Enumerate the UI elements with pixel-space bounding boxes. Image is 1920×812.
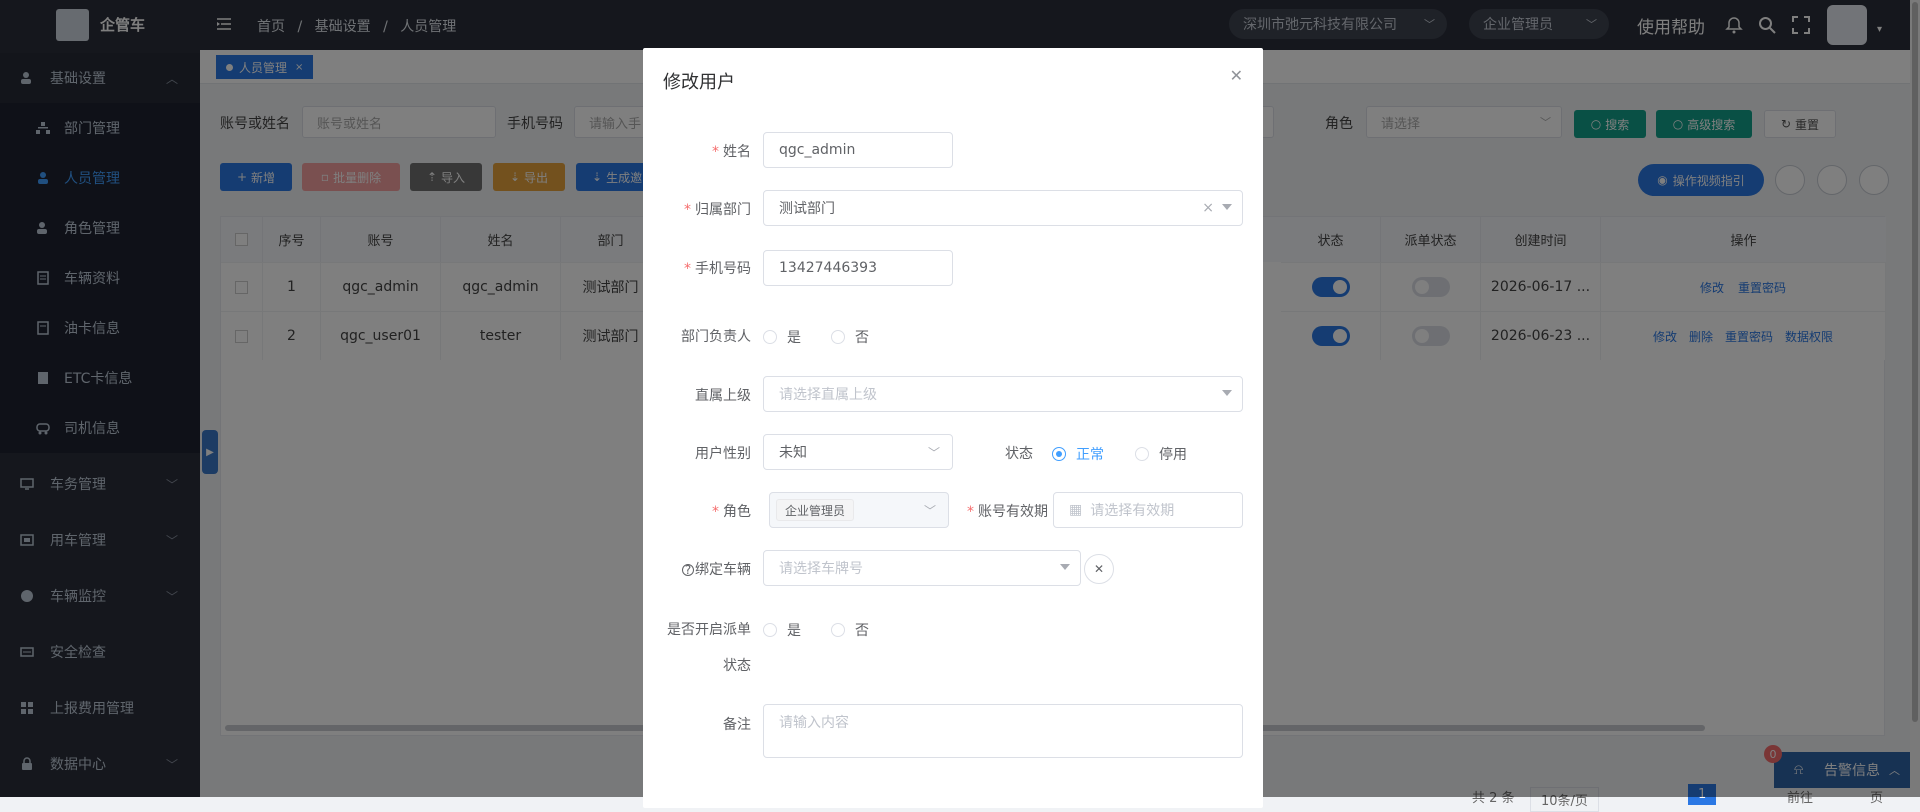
vehicle-select[interactable]: 请选择车牌号 [763,550,1081,586]
placeholder: 请输入内容 [779,715,849,731]
calendar-icon: ▦ [1069,502,1083,518]
radio-label: 正常 [1076,447,1104,463]
leader-no-radio[interactable]: 否 [831,327,869,347]
value: 13427446393 [779,260,877,276]
placeholder: 请选择车牌号 [779,561,863,577]
caret-down-icon [1060,564,1070,570]
radio-label: 是 [787,330,801,346]
leader-label: 部门负责人 [681,329,751,345]
radio-dot [763,330,777,344]
radio-label: 停用 [1159,447,1187,463]
name-label: * 姓名 [712,144,751,160]
value: 测试部门 [779,201,835,217]
chevron-down-icon: ﹀ [927,446,940,460]
expiry-date-picker[interactable]: ▦ 请选择有效期 [1053,492,1243,528]
vehicle-label: ? 绑定车辆 [663,559,751,579]
placeholder: 请选择有效期 [1090,503,1175,519]
close-icon[interactable]: ✕ [1230,66,1243,85]
value: qgc_admin [779,142,856,158]
radio-dot [763,623,777,637]
clear-vehicle-button[interactable]: ✕ [1084,554,1114,584]
dispatch-yes-radio[interactable]: 是 [763,620,801,640]
dispatch-label-2: 状态 [723,658,751,674]
gender-select[interactable]: 未知 ﹀ [763,434,953,470]
dispatch-no-radio[interactable]: 否 [831,620,869,640]
status-normal-radio[interactable]: 正常 [1052,444,1104,464]
leader-yes-radio[interactable]: 是 [763,327,801,347]
caret-down-icon [1222,390,1232,396]
role-select[interactable]: 企业管理员 ﹀ [769,492,949,528]
chevron-down-icon: ﹀ [923,504,936,518]
dept-label: * 归属部门 [684,202,751,218]
superior-select[interactable]: 请选择直属上级 [763,376,1243,412]
radio-dot-checked [1052,447,1066,461]
dispatch-label: 是否开启派单 [667,622,751,638]
gender-label: 用户性别 [695,446,751,462]
value: 未知 [779,445,807,461]
superior-label: 直属上级 [695,388,751,404]
status-label: 状态 [1005,446,1033,462]
placeholder: 请选择直属上级 [779,387,877,403]
radio-label: 是 [787,623,801,639]
name-input[interactable]: qgc_admin [763,132,953,168]
radio-label: 否 [855,623,869,639]
expiry-label: * 账号有效期 [967,504,1048,520]
remark-textarea[interactable]: 请输入内容 [763,704,1243,758]
role-tag: 企业管理员 [776,499,855,521]
role-label: * 角色 [712,504,751,520]
radio-dot [831,623,845,637]
radio-label: 否 [855,330,869,346]
dialog-title: 修改用户 [663,72,735,93]
question-icon[interactable]: ? [682,564,694,576]
status-disabled-radio[interactable]: 停用 [1135,444,1187,464]
dept-select[interactable]: 测试部门 × [763,190,1243,226]
phone-input[interactable]: 13427446393 [763,250,953,286]
caret-down-icon [1222,204,1232,210]
edit-user-dialog: 修改用户 ✕ * 姓名 qgc_admin * 归属部门 测试部门 × * 手机号码 … [643,48,1263,808]
radio-dot [831,330,845,344]
clear-icon[interactable]: × [1202,200,1214,216]
remark-label: 备注 [723,717,751,733]
radio-dot [1135,447,1149,461]
phone-label: * 手机号码 [684,261,751,277]
